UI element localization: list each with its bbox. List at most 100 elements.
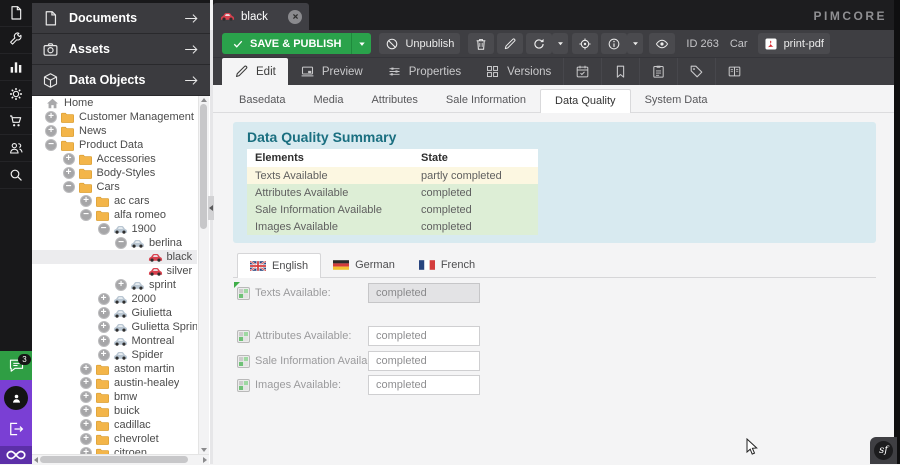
notifications-button[interactable]: 3	[0, 351, 32, 380]
reload-button[interactable]	[526, 33, 552, 54]
tab-edit[interactable]: Edit	[222, 58, 288, 85]
tree-item-montreal[interactable]: +Montreal	[32, 334, 197, 348]
profiler-badge[interactable]: sf	[870, 437, 897, 464]
collapse-sidebar-handle[interactable]	[208, 196, 214, 220]
tree-item-austin-healey[interactable]: +austin-healey	[32, 376, 197, 390]
nav-search-button[interactable]	[0, 162, 32, 189]
tree-item-2000[interactable]: +2000	[32, 292, 197, 306]
tree-item-berlina[interactable]: −berlina	[32, 236, 197, 250]
language-tab-german[interactable]: German	[321, 253, 407, 277]
scroll-right-icon[interactable]	[203, 457, 207, 463]
expand-plus-icon[interactable]: +	[98, 293, 110, 305]
expand-plus-icon[interactable]: +	[80, 433, 92, 445]
delete-button[interactable]	[468, 33, 494, 54]
info-button[interactable]	[601, 33, 627, 54]
locate-in-tree-button[interactable]	[572, 33, 598, 54]
tab-workflow[interactable]	[715, 58, 753, 85]
tab-object-black[interactable]: black	[213, 3, 309, 30]
tree-item-news[interactable]: +News	[32, 124, 197, 138]
scroll-left-icon[interactable]	[34, 457, 38, 463]
rename-button[interactable]	[497, 33, 523, 54]
tree-item-silver[interactable]: silver	[32, 264, 197, 278]
save-publish-button[interactable]: SAVE & PUBLISH	[222, 33, 371, 54]
expand-plus-icon[interactable]: +	[80, 405, 92, 417]
expand-plus-icon[interactable]: +	[98, 307, 110, 319]
expand-plus-icon[interactable]: +	[63, 167, 75, 179]
tree-item-chevrolet[interactable]: +chevrolet	[32, 432, 197, 446]
reload-options-dropdown[interactable]	[552, 33, 568, 54]
tree-item-bmw[interactable]: +bmw	[32, 390, 197, 404]
expand-plus-icon[interactable]: +	[80, 391, 92, 403]
tree-item-cars[interactable]: −Cars	[32, 180, 197, 194]
tree-item-black[interactable]: black	[32, 250, 197, 264]
expand-plus-icon[interactable]: +	[80, 447, 92, 454]
expand-plus-icon[interactable]: +	[45, 125, 57, 137]
collapse-minus-icon[interactable]: −	[63, 181, 75, 193]
tree-item-body-styles[interactable]: +Body-Styles	[32, 166, 197, 180]
field-input-attributes-available[interactable]	[368, 326, 480, 346]
tree-item-citroen[interactable]: +citroen	[32, 446, 197, 454]
tab-properties[interactable]: Properties	[375, 58, 473, 85]
subtab-basedata[interactable]: Basedata	[225, 89, 299, 112]
nav-documents-button[interactable]	[0, 0, 32, 27]
save-options-dropdown[interactable]	[351, 33, 371, 54]
logout-icon[interactable]	[7, 420, 25, 438]
language-tab-french[interactable]: French	[407, 253, 487, 277]
expand-plus-icon[interactable]: +	[98, 349, 110, 361]
expand-plus-icon[interactable]: +	[80, 419, 92, 431]
expand-plus-icon[interactable]: +	[80, 377, 92, 389]
field-input-texts-available[interactable]	[368, 283, 480, 303]
expand-plus-icon[interactable]: +	[98, 335, 110, 347]
tree-item-cadillac[interactable]: +cadillac	[32, 418, 197, 432]
collapse-minus-icon[interactable]: −	[45, 139, 57, 151]
tree-item-buick[interactable]: +buick	[32, 404, 197, 418]
sidebar-section-assets[interactable]: Assets	[32, 34, 210, 65]
user-avatar[interactable]	[4, 386, 28, 410]
collapse-minus-icon[interactable]: −	[98, 223, 110, 235]
tree-item-product-data[interactable]: −Product Data	[32, 138, 197, 152]
close-tab-button[interactable]	[288, 10, 302, 24]
tab-bookmark[interactable]	[601, 58, 639, 85]
tree-item-ac-cars[interactable]: +ac cars	[32, 194, 197, 208]
tree-item-giulietta[interactable]: +Giulietta	[32, 306, 197, 320]
scroll-up-icon[interactable]	[201, 98, 207, 102]
field-input-sale-information-available[interactable]	[368, 351, 480, 371]
tree-item-1900[interactable]: −1900	[32, 222, 197, 236]
collapse-minus-icon[interactable]: −	[80, 209, 92, 221]
nav-tools-button[interactable]	[0, 27, 32, 54]
tree-item-sprint[interactable]: +sprint	[32, 278, 197, 292]
tab-versions[interactable]: Versions	[473, 58, 563, 85]
expand-plus-icon[interactable]: +	[80, 363, 92, 375]
tab-schedule[interactable]	[563, 58, 601, 85]
panel-splitter[interactable]	[210, 30, 213, 464]
nav-reports-button[interactable]	[0, 54, 32, 81]
tree-item-gulietta-sprint-specia[interactable]: +Gulietta Sprint Specia	[32, 320, 197, 334]
tree-item-alfa-romeo[interactable]: −alfa romeo	[32, 208, 197, 222]
subtab-sale-information[interactable]: Sale Information	[432, 89, 540, 112]
tab-notes[interactable]	[639, 58, 677, 85]
expand-plus-icon[interactable]: +	[115, 279, 127, 291]
expand-plus-icon[interactable]: +	[98, 321, 110, 333]
preview-eye-button[interactable]	[649, 33, 675, 54]
tree-item-customer-management[interactable]: +Customer Management	[32, 110, 197, 124]
expand-plus-icon[interactable]: +	[63, 153, 75, 165]
sidebar-section-documents[interactable]: Documents	[32, 3, 210, 34]
tree-item-accessories[interactable]: +Accessories	[32, 152, 197, 166]
nav-settings-button[interactable]	[0, 81, 32, 108]
expand-plus-icon[interactable]: +	[80, 195, 92, 207]
tree-item-spider[interactable]: +Spider	[32, 348, 197, 362]
expand-plus-icon[interactable]: +	[45, 111, 57, 123]
scrollbar-thumb[interactable]	[40, 456, 188, 463]
field-input-images-available[interactable]	[368, 375, 480, 395]
collapse-minus-icon[interactable]: −	[115, 237, 127, 249]
subtab-media[interactable]: Media	[299, 89, 357, 112]
nav-ecommerce-button[interactable]	[0, 108, 32, 135]
info-options-dropdown[interactable]	[627, 33, 643, 54]
subtab-data-quality[interactable]: Data Quality	[540, 89, 631, 113]
tree-vertical-scrollbar[interactable]	[198, 96, 209, 454]
subtab-system-data[interactable]: System Data	[631, 89, 722, 112]
scrollbar-thumb[interactable]	[200, 104, 207, 229]
nav-customers-button[interactable]	[0, 135, 32, 162]
print-pdf-button[interactable]: print-pdf	[758, 33, 830, 54]
subtab-attributes[interactable]: Attributes	[357, 89, 431, 112]
